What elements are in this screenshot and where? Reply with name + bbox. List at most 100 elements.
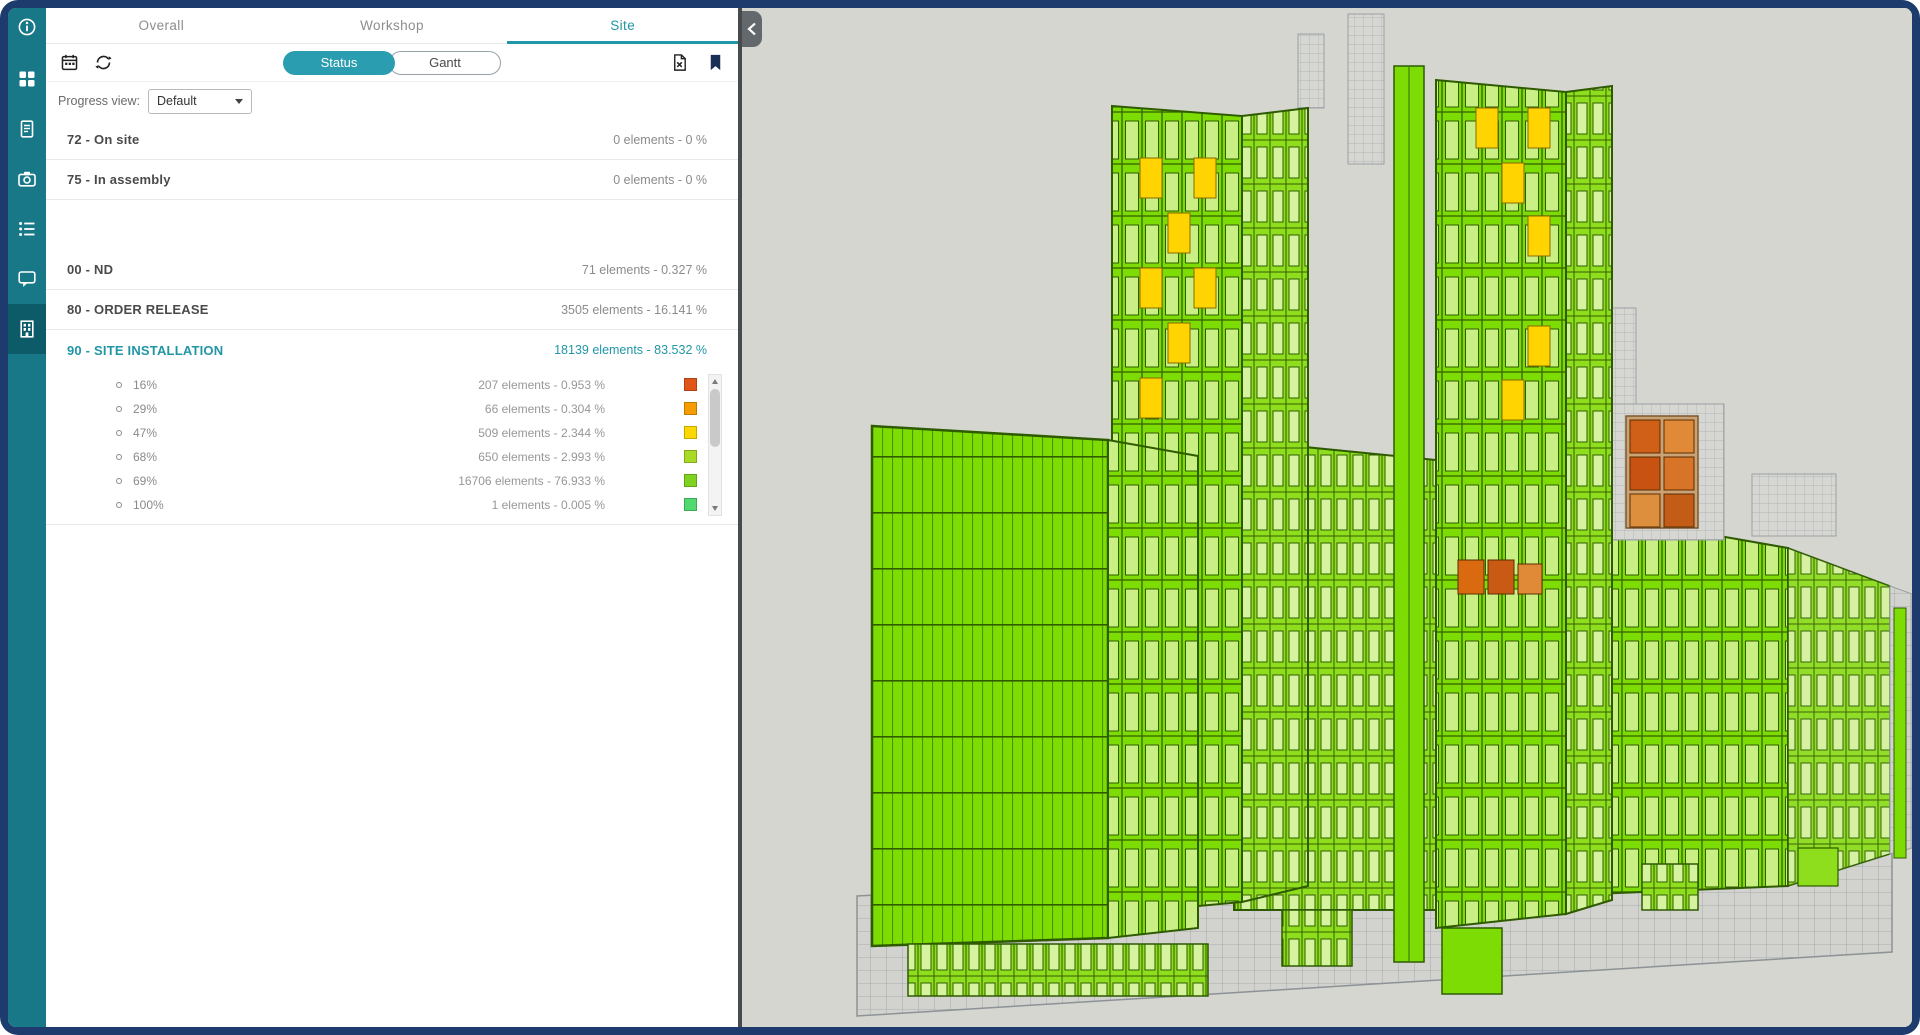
breakdown-row[interactable]: 100% 1 elements - 0.005 % [46, 493, 738, 517]
status-row-site-installation[interactable]: 90 - SITE INSTALLATION 18139 elements - … [46, 330, 738, 370]
status-name: 00 - ND [67, 262, 114, 277]
panel-toolbar: Status Gantt [46, 44, 738, 82]
tab-site[interactable]: Site [507, 8, 738, 44]
bullet-icon [116, 430, 122, 436]
status-value: 0 elements - 0 % [613, 172, 707, 187]
tab-overall-label: Overall [138, 18, 185, 33]
sidebar-item-photos[interactable] [8, 154, 46, 204]
dashboard-icon [19, 71, 35, 87]
chat-icon [18, 271, 36, 287]
refresh-icon [94, 55, 112, 70]
collapse-chevron-icon [747, 22, 756, 36]
color-swatch [684, 378, 697, 391]
breakdown-row[interactable]: 68% 650 elements - 2.993 % [46, 445, 738, 469]
sidebar [8, 8, 46, 1027]
tab-bar: Overall Workshop Site [46, 8, 738, 44]
calendar-button[interactable] [58, 52, 80, 74]
color-swatch [684, 402, 697, 415]
bullet-icon [116, 478, 122, 484]
breakdown-value: 509 elements - 2.344 % [478, 426, 605, 440]
breakdown-value: 207 elements - 0.953 % [478, 378, 605, 392]
tab-overall[interactable]: Overall [46, 8, 277, 43]
bookmark-button[interactable] [704, 52, 726, 74]
window-frame: Overall Workshop Site Status Gantt Progr… [0, 0, 1920, 1035]
refresh-button[interactable] [92, 52, 114, 74]
toolbar-left-group [58, 52, 114, 74]
color-swatch [684, 450, 697, 463]
tab-workshop-label: Workshop [360, 18, 424, 33]
sidebar-item-messages[interactable] [8, 254, 46, 304]
scroll-down-icon[interactable] [709, 502, 721, 515]
progress-view-selected: Default [156, 94, 197, 108]
sidebar-item-lists[interactable] [8, 204, 46, 254]
status-name: 75 - In assembly [67, 172, 171, 187]
breakdown-row[interactable]: 29% 66 elements - 0.304 % [46, 397, 738, 421]
color-swatch [684, 426, 697, 439]
status-toggle-button[interactable]: Status [283, 50, 395, 75]
breakdown-row[interactable]: 47% 509 elements - 2.344 % [46, 421, 738, 445]
breakdown-pct: 47% [133, 426, 158, 440]
building-model-3d [742, 8, 1912, 1027]
status-row-nd[interactable]: 00 - ND 71 elements - 0.327 % [46, 250, 738, 290]
model-viewer[interactable] [738, 8, 1912, 1027]
scrollbar-thumb[interactable] [710, 389, 720, 447]
export-button[interactable] [668, 52, 690, 74]
toolbar-right-group [668, 52, 726, 74]
sidebar-item-documents[interactable] [8, 104, 46, 154]
status-row-on-site[interactable]: 72 - On site 0 elements - 0 % [46, 120, 738, 160]
export-icon [673, 54, 686, 71]
breakdown-value: 16706 elements - 76.933 % [458, 474, 605, 488]
tab-workshop[interactable]: Workshop [277, 8, 508, 43]
bullet-icon [116, 454, 122, 460]
document-icon [20, 120, 34, 138]
breakdown-pct: 16% [133, 378, 158, 392]
status-row-in-assembly[interactable]: 75 - In assembly 0 elements - 0 % [46, 160, 738, 200]
status-name: 90 - SITE INSTALLATION [67, 342, 224, 358]
chevron-down-icon [234, 98, 243, 104]
app-window: Overall Workshop Site Status Gantt Progr… [8, 8, 1912, 1027]
breakdown-value: 1 elements - 0.005 % [491, 498, 605, 512]
site-installation-breakdown: 16% 207 elements - 0.953 % 29% 66 elemen… [46, 370, 738, 525]
gantt-toggle-label: Gantt [429, 55, 461, 70]
breakdown-row[interactable]: 69% 16706 elements - 76.933 % [46, 469, 738, 493]
sidebar-item-info[interactable] [8, 8, 46, 46]
sidebar-item-dashboard[interactable] [8, 54, 46, 104]
sidebar-item-model-progress[interactable] [8, 304, 46, 354]
list-icon [19, 222, 35, 236]
left-slab [870, 424, 1199, 948]
breakdown-pct: 68% [133, 450, 158, 464]
center-columns [1393, 65, 1425, 963]
breakdown-value: 66 elements - 0.304 % [484, 402, 605, 416]
info-icon [18, 18, 36, 36]
tab-site-label: Site [610, 18, 636, 33]
status-row-order-release[interactable]: 80 - ORDER RELEASE 3505 elements - 16.14… [46, 290, 738, 330]
status-name: 80 - ORDER RELEASE [67, 302, 209, 317]
calendar-icon [61, 54, 77, 71]
breakdown-scrollbar[interactable] [708, 374, 722, 516]
building-icon [20, 320, 34, 338]
view-toggle: Status Gantt [283, 50, 501, 75]
bookmark-icon [710, 54, 720, 71]
progress-view-row: Progress view: Default [46, 82, 738, 120]
breakdown-value: 650 elements - 2.993 % [478, 450, 605, 464]
status-toggle-label: Status [320, 55, 358, 70]
status-name: 72 - On site [67, 132, 140, 147]
progress-view-label: Progress view: [58, 94, 140, 108]
right-tower [1435, 78, 1613, 930]
scroll-up-icon[interactable] [709, 375, 721, 388]
gantt-toggle-button[interactable]: Gantt [389, 50, 501, 75]
bullet-icon [116, 382, 122, 388]
progress-panel: Overall Workshop Site Status Gantt Progr… [46, 8, 738, 1027]
breakdown-pct: 100% [133, 498, 164, 512]
status-value: 71 elements - 0.327 % [581, 262, 707, 277]
color-swatch [684, 474, 697, 487]
status-value: 3505 elements - 16.141 % [561, 302, 707, 317]
collapse-panel-button[interactable] [742, 11, 762, 47]
orange-cluster-zone [1593, 403, 1725, 541]
bullet-icon [116, 406, 122, 412]
status-list: 72 - On site 0 elements - 0 % 75 - In as… [46, 120, 738, 1027]
breakdown-pct: 69% [133, 474, 158, 488]
breakdown-row[interactable]: 16% 207 elements - 0.953 % [46, 373, 738, 397]
progress-view-select[interactable]: Default [147, 88, 252, 114]
